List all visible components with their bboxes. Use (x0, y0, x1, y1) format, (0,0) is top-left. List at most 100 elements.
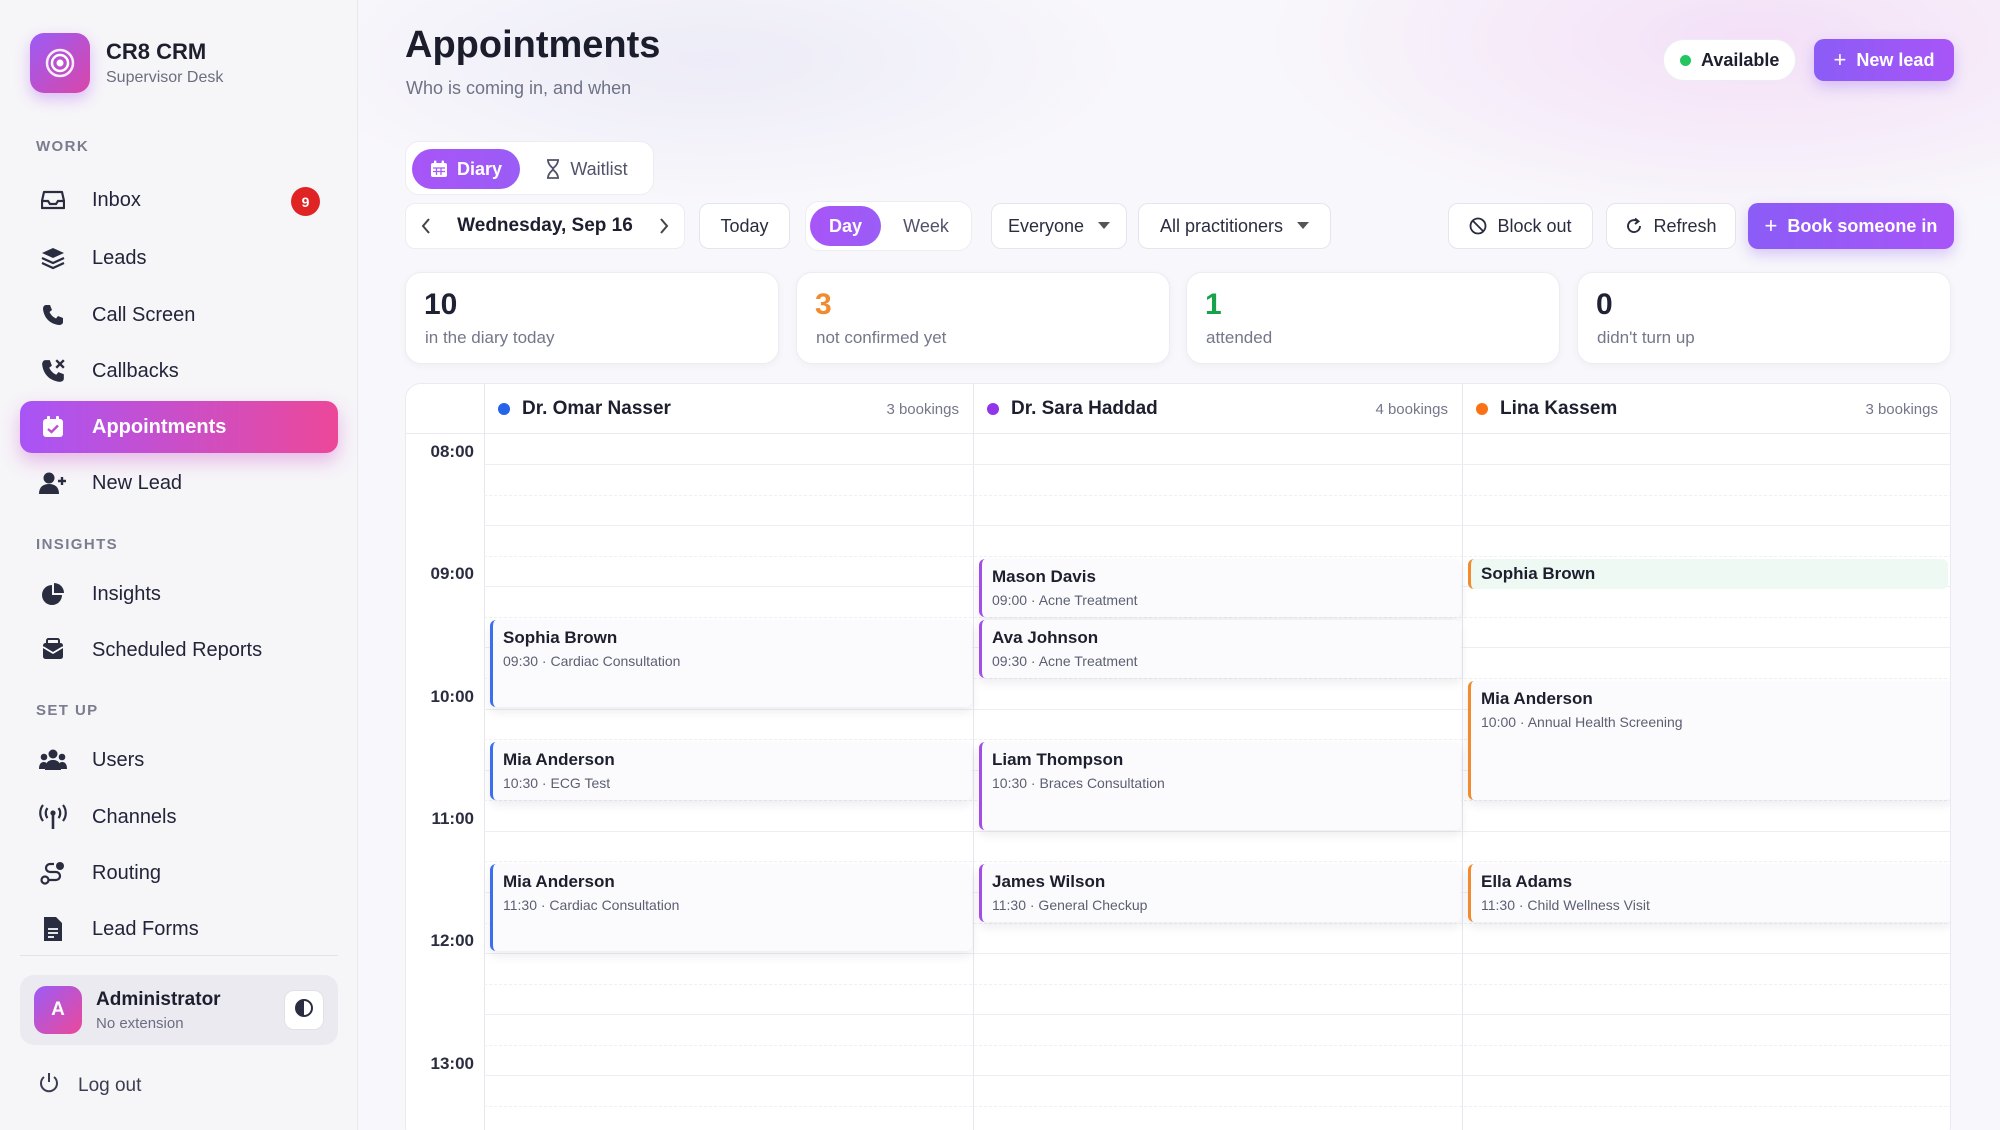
patient-name: James Wilson (992, 872, 1106, 891)
logout-button[interactable]: Log out (38, 1072, 141, 1100)
practitioner-color-dot (987, 403, 999, 415)
calendar-icon (430, 160, 448, 178)
sidebar-item-insights[interactable]: Insights (20, 568, 338, 620)
appointment-details: 11:30 · General Checkup (992, 897, 1148, 913)
tab-diary[interactable]: Diary (412, 149, 520, 189)
stat-label: not confirmed yet (816, 328, 947, 347)
row-divider (484, 1106, 1950, 1107)
booking-count: 3 bookings (886, 400, 959, 418)
row-divider (484, 1014, 1950, 1015)
appointment-block[interactable]: Ava Johnson 09:30 · Acne Treatment (979, 620, 1461, 678)
appointment-block[interactable]: Liam Thompson 10:30 · Braces Consultatio… (979, 742, 1461, 830)
appointment-block[interactable]: Mia Anderson 11:30 · Cardiac Consultatio… (490, 864, 972, 951)
theme-toggle-button[interactable] (284, 990, 324, 1030)
patient-name: Mason Davis (992, 567, 1096, 586)
row-divider (484, 464, 1950, 465)
row-divider (484, 525, 1950, 526)
plus-icon: + (1833, 47, 1847, 72)
chevron-right-icon[interactable] (644, 217, 684, 235)
appointment-details: 10:30 · ECG Test (503, 775, 611, 791)
sidebar-item-users[interactable]: Users (20, 734, 338, 786)
stat-label: attended (1206, 328, 1273, 347)
sidebar-item-label: Channels (92, 805, 177, 828)
appointment-block[interactable]: Ella Adams 11:30 · Child Wellness Visit (1468, 864, 1950, 922)
plus-icon: + (1764, 213, 1778, 238)
sidebar-item-leads[interactable]: Leads (20, 232, 338, 284)
chevron-left-icon[interactable] (406, 217, 446, 235)
booking-count: 3 bookings (1865, 400, 1938, 418)
stat-value: 10 (424, 288, 458, 321)
book-someone-in-button[interactable]: + Book someone in (1748, 203, 1954, 249)
appointment-block-attended[interactable]: Sophia Brown (1468, 559, 1948, 589)
stat-card-unconfirmed: 3 not confirmed yet (796, 272, 1170, 364)
sidebar-item-label: Insights (92, 582, 161, 605)
caret-down-icon (1098, 222, 1111, 230)
stat-label: didn't turn up (1597, 328, 1695, 347)
block-out-button[interactable]: Block out (1448, 203, 1593, 249)
today-button[interactable]: Today (699, 203, 790, 249)
time-label: 08:00 (430, 442, 474, 461)
time-label: 12:00 (430, 931, 474, 950)
appointment-block[interactable]: Mia Anderson 10:30 · ECG Test (490, 742, 972, 800)
sidebar-item-lead-forms[interactable]: Lead Forms (20, 903, 338, 955)
users-icon (38, 745, 68, 775)
patient-name: Ella Adams (1481, 872, 1573, 891)
tab-week[interactable]: Week (888, 206, 964, 246)
patient-name: Mia Anderson (1481, 689, 1593, 708)
user-extension: No extension (96, 1014, 184, 1032)
appointment-block[interactable]: Mason Davis 09:00 · Acne Treatment (979, 559, 1461, 617)
tab-waitlist[interactable]: Waitlist (524, 149, 649, 189)
patient-name: Ava Johnson (992, 628, 1099, 647)
sidebar-item-callbacks[interactable]: Callbacks (20, 345, 338, 397)
appointment-block[interactable]: Mia Anderson 10:00 · Annual Health Scree… (1468, 681, 1950, 800)
practitioner-color-dot (498, 403, 510, 415)
tab-day-label: Day (828, 215, 863, 236)
practitioner-filter-value: All practitioners (1159, 215, 1284, 236)
refresh-icon (1625, 217, 1643, 235)
sidebar-item-call-screen[interactable]: Call Screen (20, 289, 338, 341)
stat-value: 1 (1205, 288, 1222, 321)
current-date: Wednesday, Sep 16 (457, 215, 633, 236)
refresh-button[interactable]: Refresh (1606, 203, 1736, 249)
time-label: 11:00 (431, 809, 474, 828)
practitioner-filter-select[interactable]: All practitioners (1138, 203, 1331, 249)
column-header-sara-haddad: Dr. Sara Haddad 4 bookings (973, 384, 1462, 434)
time-label: 09:00 (430, 564, 474, 583)
row-divider (484, 831, 1950, 832)
appointment-block[interactable]: Sophia Brown 09:30 · Cardiac Consultatio… (490, 620, 972, 707)
sidebar-item-new-lead[interactable]: New Lead (20, 457, 338, 509)
people-filter-value: Everyone (1007, 215, 1085, 236)
pie-chart-icon (38, 579, 68, 609)
availability-status[interactable]: Available (1663, 39, 1797, 81)
appointment-block[interactable]: James Wilson 11:30 · General Checkup (979, 864, 1461, 922)
sidebar-item-label: Inbox (92, 188, 141, 211)
patient-name: Mia Anderson (503, 750, 615, 769)
day-week-toggle: Day Week (805, 201, 972, 251)
people-filter-select[interactable]: Everyone (991, 203, 1127, 249)
user-card[interactable]: A Administrator No extension (20, 975, 338, 1045)
page-title: Appointments (405, 24, 661, 66)
sidebar-item-label: Scheduled Reports (92, 638, 263, 661)
sidebar-item-appointments[interactable]: Appointments (20, 401, 338, 453)
tab-day[interactable]: Day (810, 206, 881, 246)
antenna-icon (38, 802, 68, 832)
brand[interactable]: CR8 CRM Supervisor Desk (30, 33, 223, 93)
logout-label: Log out (78, 1075, 142, 1096)
sidebar-item-label: Appointments (92, 415, 227, 438)
new-lead-button[interactable]: + New lead (1814, 39, 1954, 81)
contrast-icon (294, 998, 314, 1023)
book-label: Book someone in (1787, 215, 1938, 236)
sidebar-item-routing[interactable]: Routing (20, 847, 338, 899)
tab-week-label: Week (903, 215, 949, 236)
sidebar-item-scheduled-reports[interactable]: Scheduled Reports (20, 624, 338, 676)
sidebar-item-inbox[interactable]: Inbox 9 (20, 174, 338, 226)
time-label: 10:00 (430, 687, 474, 706)
appointment-details: 11:30 · Child Wellness Visit (1481, 897, 1650, 913)
patient-name: Mia Anderson (503, 872, 615, 891)
sidebar-item-channels[interactable]: Channels (20, 791, 338, 843)
row-divider (484, 984, 1950, 985)
sidebar-item-label: Leads (92, 246, 147, 269)
sidebar-item-label: Callbacks (92, 359, 179, 382)
time-label: 13:00 (430, 1054, 474, 1073)
brand-logo-icon (30, 33, 90, 93)
